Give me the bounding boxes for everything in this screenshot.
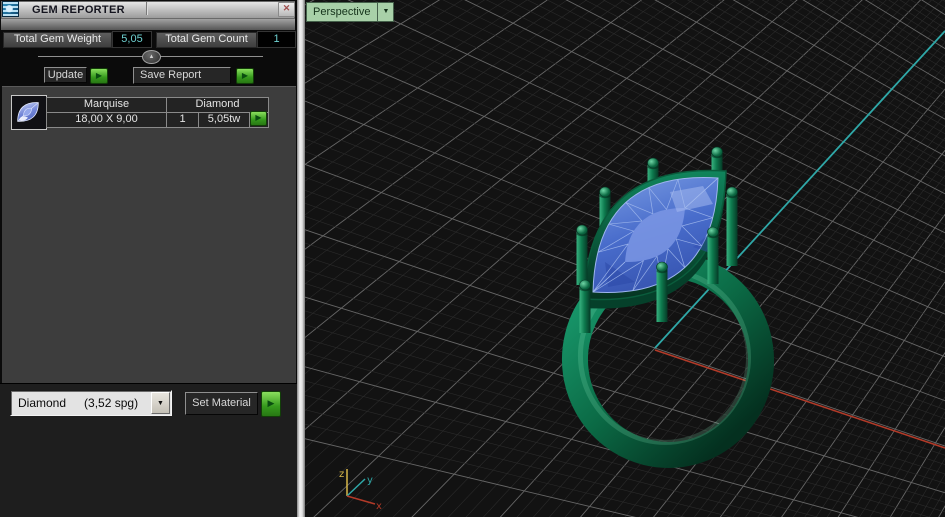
save-report-button[interactable]: Save Report xyxy=(133,67,231,84)
view-label: Perspective xyxy=(313,6,371,18)
gizmo-z-label: z xyxy=(339,469,344,480)
collapse-arrow-icon: ▲ xyxy=(148,54,155,60)
total-gem-count-value: 1 xyxy=(257,31,296,48)
material-dropdown-value: Diamond xyxy=(18,396,67,410)
scene-svg[interactable]: z y x xyxy=(305,0,945,517)
gem-reporter-icon xyxy=(2,1,19,17)
collapse-panel-toggle[interactable]: ▲ xyxy=(142,50,161,64)
view-dropdown-arrow-icon[interactable]: ▼ xyxy=(377,3,393,21)
material-dropdown-detail: (3,52 spg) xyxy=(84,396,139,410)
total-gem-weight-label: Total Gem Weight xyxy=(3,32,112,48)
close-icon[interactable]: ✕ xyxy=(278,2,295,17)
gizmo-y-label: y xyxy=(367,475,373,486)
gem-thumbnail xyxy=(11,95,47,130)
titlebar-divider xyxy=(146,2,147,15)
gizmo-x-label: x xyxy=(376,501,382,512)
gem-weight-cell: 5,05tw xyxy=(198,112,250,128)
set-material-run-icon[interactable]: ▶ xyxy=(261,391,281,417)
gem-dimensions-cell: 18,00 X 9,00 xyxy=(46,112,167,128)
gem-reporter-panel: GEM REPORTER ✕ Total Gem Weight 5,05 Tot… xyxy=(0,0,297,517)
view-selector[interactable]: Perspective ▼ xyxy=(306,2,395,22)
update-run-icon[interactable]: ▶ xyxy=(90,68,108,84)
titlebar-substrip xyxy=(1,19,295,30)
gem-row-run-icon[interactable]: ▶ xyxy=(250,111,267,126)
dropdown-arrow-icon[interactable]: ▼ xyxy=(151,392,170,414)
gem-count-cell: 1 xyxy=(166,112,199,128)
gem-thumbnail-image xyxy=(17,102,39,122)
total-gem-count-label: Total Gem Count xyxy=(156,32,257,48)
gem-shape-header: Marquise xyxy=(46,97,167,113)
material-dropdown[interactable]: Diamond (3,52 spg) ▼ xyxy=(10,390,172,416)
panel-titlebar[interactable]: GEM REPORTER xyxy=(1,1,295,19)
panel-title: GEM REPORTER xyxy=(32,4,125,16)
set-material-button[interactable]: Set Material xyxy=(185,392,258,415)
gem-reporter-app: GEM REPORTER ✕ Total Gem Weight 5,05 Tot… xyxy=(0,0,945,517)
total-gem-weight-value: 5,05 xyxy=(112,31,152,48)
3d-viewport[interactable]: z y x Perspective ▼ xyxy=(305,0,945,517)
gem-list: Marquise Diamond 18,00 X 9,00 1 5,05tw ▶ xyxy=(2,86,296,383)
panel-splitter[interactable] xyxy=(297,0,305,517)
update-button[interactable]: Update xyxy=(44,67,87,83)
material-bar: Diamond (3,52 spg) ▼ Set Material ▶ xyxy=(0,383,297,517)
save-report-run-icon[interactable]: ▶ xyxy=(236,68,254,84)
